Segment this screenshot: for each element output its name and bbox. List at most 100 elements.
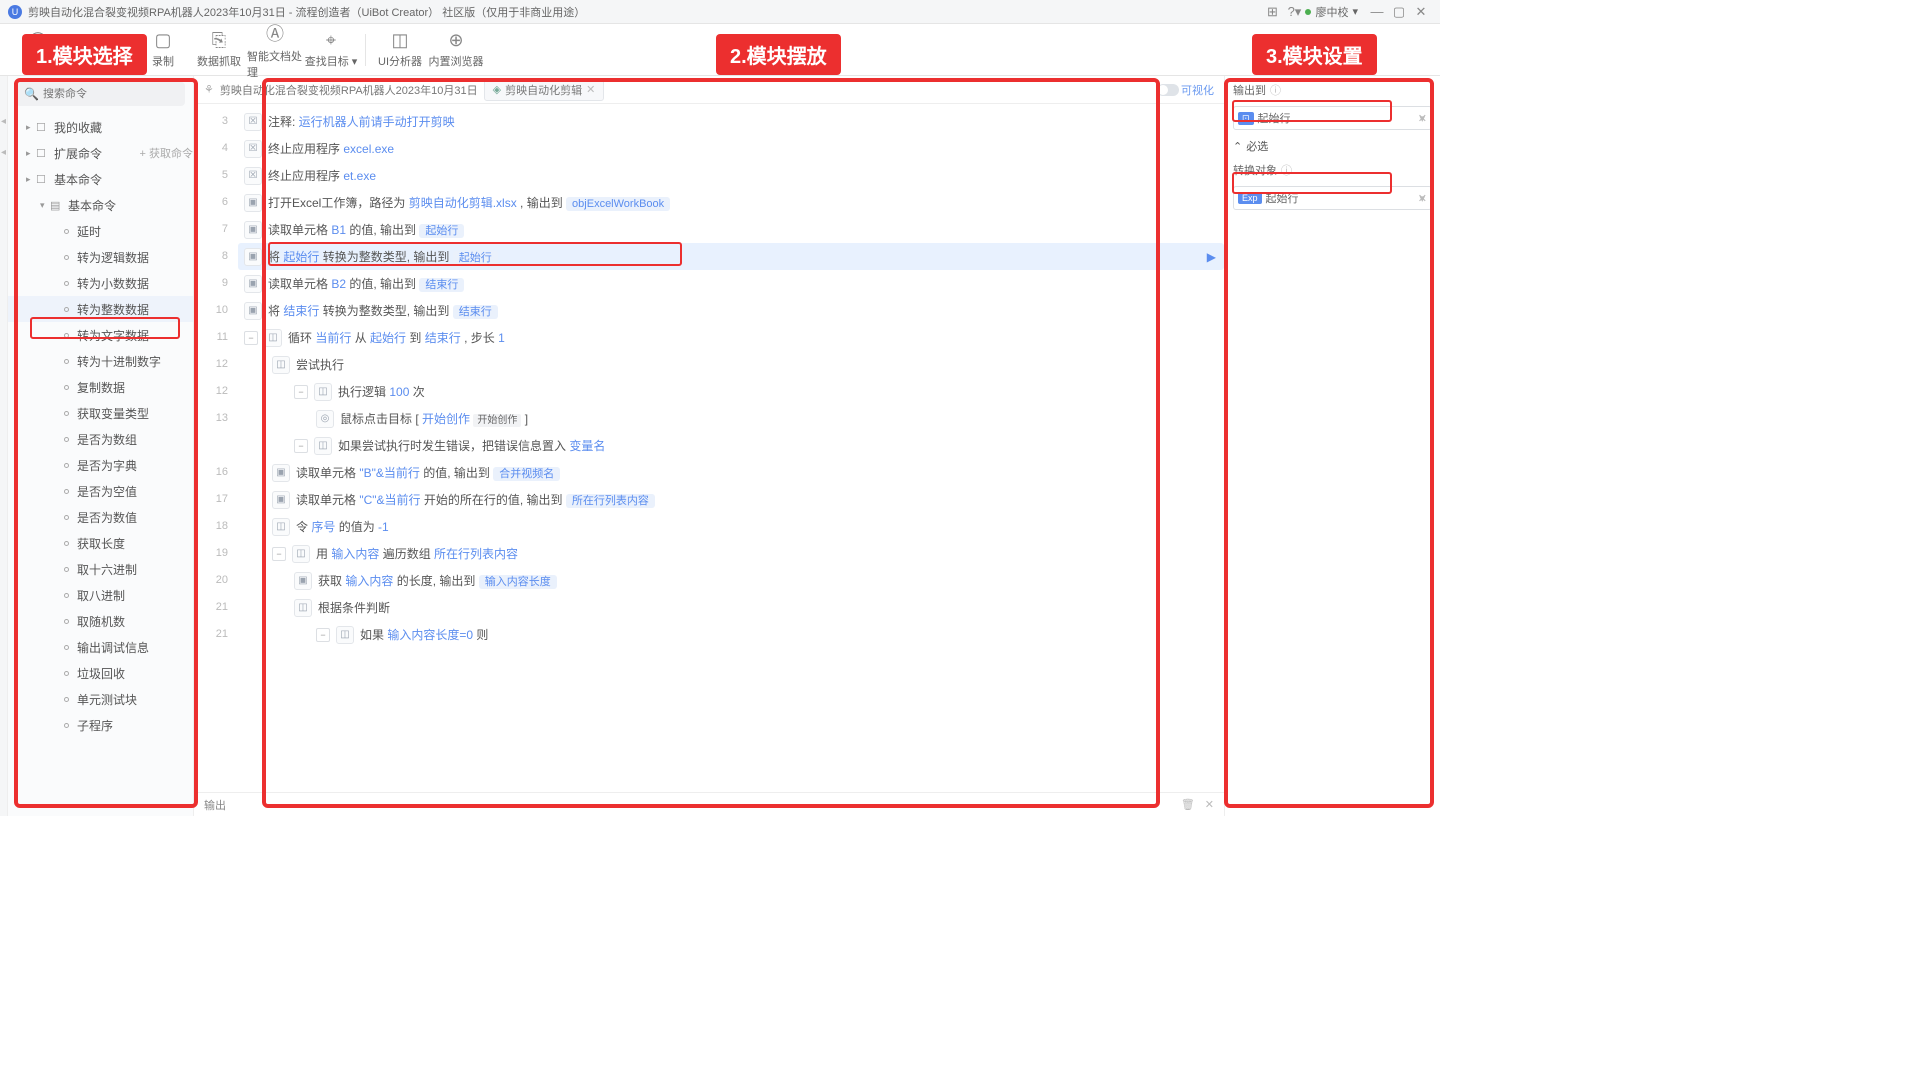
- toolbar-数据抓取[interactable]: ⎘数据抓取: [191, 26, 247, 74]
- code-line[interactable]: ▣打开Excel工作簿，路径为 剪映自动化剪辑.xlsx , 输出到 objEx…: [238, 189, 1224, 216]
- toolbar-录制[interactable]: ▢录制: [135, 26, 191, 74]
- tree-item[interactable]: 获取长度: [8, 530, 193, 556]
- bullet-icon: [64, 489, 69, 494]
- tree-item[interactable]: 子程序: [8, 712, 193, 738]
- crumb-project[interactable]: 剪映自动化混合裂变视频RPA机器人2023年10月31日: [220, 82, 478, 98]
- tree-item[interactable]: 复制数据: [8, 374, 193, 400]
- code-line[interactable]: ☒终止应用程序 excel.exe: [238, 135, 1224, 162]
- tree-folder[interactable]: ▸☐我的收藏: [8, 114, 193, 140]
- tree-item[interactable]: 延时: [8, 218, 193, 244]
- user-name: 廖中校: [1315, 4, 1348, 20]
- code-line[interactable]: ◫令 序号 的值为 -1: [238, 513, 1224, 540]
- code-line[interactable]: ☒注释: 运行机器人前请手动打开剪映: [238, 108, 1224, 135]
- required-section[interactable]: ⌃ 必选: [1233, 138, 1432, 154]
- tree-item[interactable]: 是否为数值: [8, 504, 193, 530]
- tree-subheader[interactable]: ▾▤基本命令: [8, 192, 193, 218]
- code-line[interactable]: ▣读取单元格 "B"&当前行 的值, 输出到 合并视频名: [238, 459, 1224, 486]
- folder-icon: ☐: [36, 173, 50, 186]
- tree-item[interactable]: 取十六进制: [8, 556, 193, 582]
- folder-icon: ▤: [50, 199, 64, 212]
- tree-folder[interactable]: ▸☐扩展命令+ 获取命令: [8, 140, 193, 166]
- maximize-button[interactable]: ▢: [1388, 4, 1410, 20]
- editor-tab[interactable]: ◈ 剪映自动化剪辑 ✕: [484, 79, 605, 101]
- code-line[interactable]: ▣将 起始行 转换为整数类型, 输出到 起始行▶: [238, 243, 1224, 270]
- code-line[interactable]: ◫尝试执行: [238, 351, 1224, 378]
- tree-item[interactable]: 转为整数数据: [8, 296, 193, 322]
- prop-convert-field[interactable]: Exp 起始行 ✕ ▾: [1233, 186, 1432, 210]
- toolbar-UI分析器[interactable]: ◫UI分析器: [372, 26, 428, 74]
- search-box[interactable]: 🔍: [16, 82, 185, 106]
- tree-item[interactable]: 转为文字数据: [8, 322, 193, 348]
- code-line[interactable]: ▣将 结束行 转换为整数类型, 输出到 结束行: [238, 297, 1224, 324]
- close-button[interactable]: ✕: [1410, 4, 1432, 20]
- code-line[interactable]: −◫执行逻辑 100 次: [238, 378, 1224, 405]
- code-line[interactable]: −◫如果尝试执行时发生错误，把错误信息置入 变量名: [238, 432, 1224, 459]
- toolbar-icon: ⊕: [448, 30, 463, 51]
- toolbar-时间线 ▾[interactable]: ◷ 时间线 ▾: [66, 26, 122, 74]
- tree-item[interactable]: 转为小数数据: [8, 270, 193, 296]
- code-line[interactable]: ▣读取单元格 B2 的值, 输出到 结束行: [238, 270, 1224, 297]
- toolbar-查找目标 ▾[interactable]: ⌖查找目标 ▾: [303, 26, 359, 74]
- tree-folder[interactable]: ▸☐基本命令: [8, 166, 193, 192]
- collapse-icon[interactable]: −: [294, 385, 308, 399]
- tree-item[interactable]: 取八进制: [8, 582, 193, 608]
- help-icon[interactable]: ⓘ: [1281, 162, 1292, 178]
- toolbar-label: 时间线 ▾: [73, 53, 115, 69]
- minimize-button[interactable]: —: [1366, 4, 1388, 19]
- collapse-icon[interactable]: −: [316, 628, 330, 642]
- toolbar-icon: ◷: [86, 30, 102, 51]
- code-line[interactable]: ☒终止应用程序 et.exe: [238, 162, 1224, 189]
- code-line[interactable]: ▣获取 输入内容 的长度, 输出到 输入内容长度: [238, 567, 1224, 594]
- tree-item-label: 转为文字数据: [77, 327, 149, 344]
- tree-item[interactable]: 转为十进制数字: [8, 348, 193, 374]
- grid-icon[interactable]: ⊞: [1261, 4, 1283, 20]
- output-panel-header[interactable]: 输出 🗑 ✕: [194, 792, 1224, 816]
- close-tab-icon[interactable]: ✕: [586, 83, 595, 96]
- tree-item-label: 转为整数数据: [77, 301, 149, 318]
- collapse-icon[interactable]: −: [244, 331, 258, 345]
- tree-item[interactable]: 取随机数: [8, 608, 193, 634]
- window-title: 剪映自动化混合裂变视频RPA机器人2023年10月31日 - 流程创造者（UiB…: [28, 4, 585, 20]
- rail-icon[interactable]: ◂: [1, 116, 6, 127]
- chevron-down-icon[interactable]: ▾: [1419, 112, 1425, 125]
- tree-item[interactable]: 转为逻辑数据: [8, 244, 193, 270]
- close-output-icon[interactable]: ✕: [1205, 798, 1214, 811]
- get-command-link[interactable]: + 获取命令: [140, 145, 193, 161]
- tree-item[interactable]: 是否为字典: [8, 452, 193, 478]
- help-icon[interactable]: ?▾: [1283, 4, 1305, 20]
- tree-item[interactable]: 是否为数组: [8, 426, 193, 452]
- toolbar-停止[interactable]: ◯停止: [10, 26, 66, 74]
- toolbar-内置浏览器[interactable]: ⊕ 内置浏览器: [428, 26, 484, 74]
- line-content: 鼠标点击目标 [ 开始创作 开始创作 ]: [340, 410, 528, 427]
- code-line[interactable]: ▣读取单元格 "C"&当前行 开始的所在行的值, 输出到 所在行列表内容: [238, 486, 1224, 513]
- tree-item[interactable]: 获取变量类型: [8, 400, 193, 426]
- tree-item[interactable]: 是否为空值: [8, 478, 193, 504]
- collapse-icon[interactable]: −: [294, 439, 308, 453]
- collapse-icon[interactable]: −: [272, 547, 286, 561]
- toolbar-智能文档处理[interactable]: Ⓐ智能文档处理: [247, 26, 303, 74]
- folder-icon: ☐: [36, 121, 50, 134]
- code-line[interactable]: ◎鼠标点击目标 [ 开始创作 开始创作 ]: [238, 405, 1224, 432]
- trash-icon[interactable]: 🗑: [1181, 798, 1195, 811]
- chevron-down-icon[interactable]: ▾: [1419, 192, 1425, 205]
- visual-toggle[interactable]: 可视化: [1157, 82, 1214, 98]
- run-line-icon[interactable]: ▶: [1207, 250, 1216, 264]
- help-icon[interactable]: ⓘ: [1270, 82, 1281, 98]
- tree-item[interactable]: 单元测试块: [8, 686, 193, 712]
- code-line[interactable]: −◫循环 当前行 从 起始行 到 结束行 , 步长 1: [238, 324, 1224, 351]
- code-line[interactable]: −◫如果 输入内容长度=0 则: [238, 621, 1224, 648]
- switch-icon: [1157, 84, 1179, 96]
- prop-output-field[interactable]: ⊡ 起始行 ✕ ▾: [1233, 106, 1432, 130]
- code-line[interactable]: ◫根据条件判断: [238, 594, 1224, 621]
- user-chip[interactable]: 廖中校 ▾: [1305, 4, 1358, 20]
- code-line[interactable]: ▣读取单元格 B1 的值, 输出到 起始行: [238, 216, 1224, 243]
- line-type-icon: ☒: [244, 167, 262, 185]
- tree-item[interactable]: 垃圾回收: [8, 660, 193, 686]
- toolbar-label: 内置浏览器: [429, 53, 484, 69]
- code-line[interactable]: −◫用 输入内容 遍历数组 所在行列表内容: [238, 540, 1224, 567]
- command-tree: ▸☐我的收藏▸☐扩展命令+ 获取命令▸☐基本命令▾▤基本命令延时转为逻辑数据转为…: [8, 112, 193, 816]
- tree-item[interactable]: 输出调试信息: [8, 634, 193, 660]
- rail-icon[interactable]: ◂: [1, 147, 6, 158]
- bullet-icon: [64, 593, 69, 598]
- search-input[interactable]: [43, 88, 185, 100]
